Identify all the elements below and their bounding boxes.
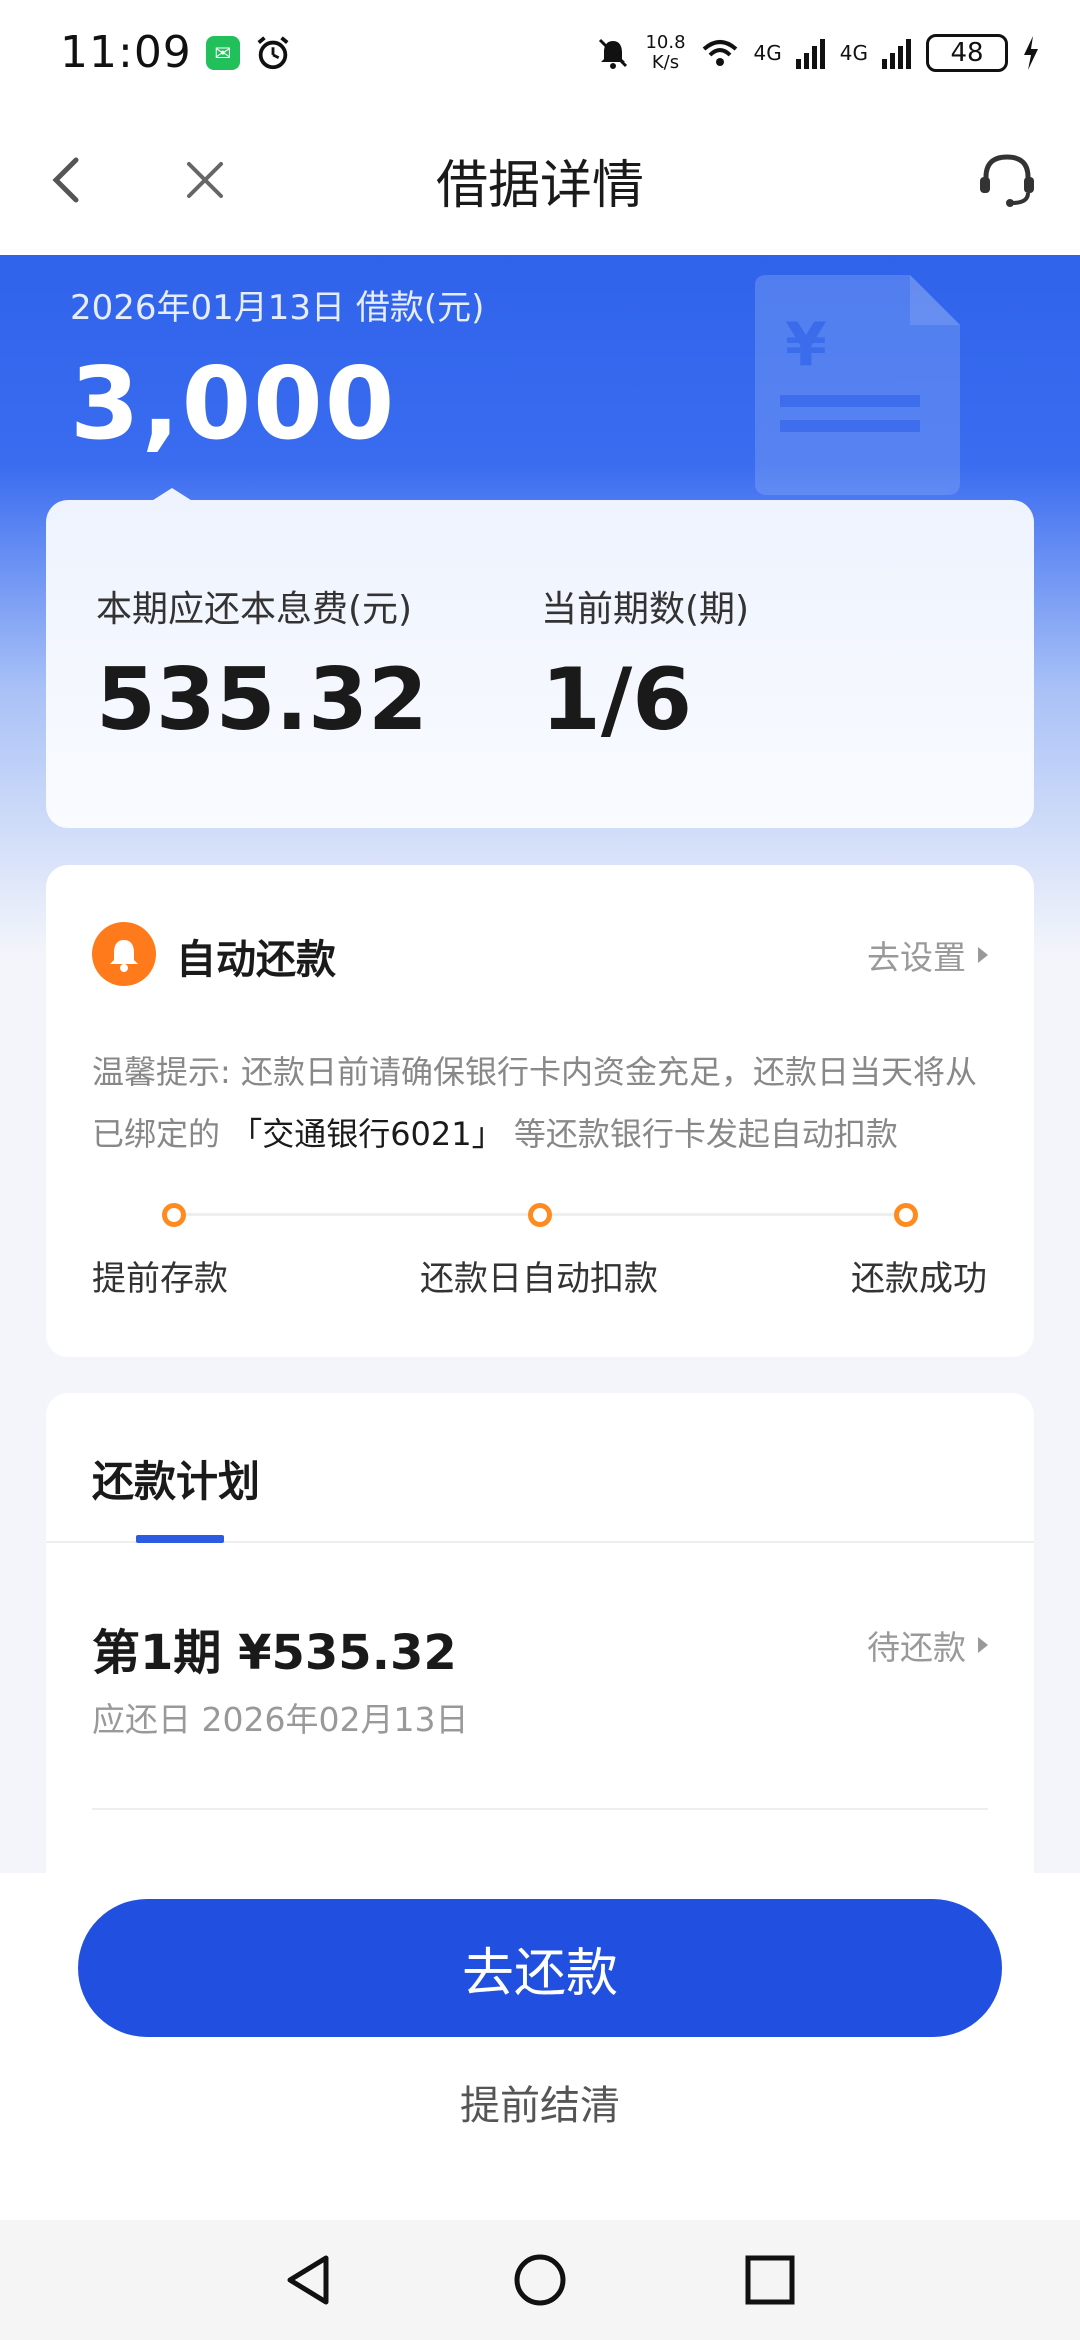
close-icon[interactable] [175,150,235,210]
system-nav-bar [0,2220,1080,2340]
document-icon: ¥ [755,275,960,495]
signal-2-icon [882,38,911,69]
wifi-icon [702,39,737,66]
summary-card: 本期应还本息费(元) 535.32 当前期数(期) 1/6 [46,500,1034,828]
nav-bar: 借据详情 [0,105,1080,255]
step-dot-2 [528,1203,552,1227]
bottom-actions: 去还款 提前结清 [0,1873,1080,2220]
tab-active-indicator [136,1535,224,1543]
system-home-icon[interactable] [510,2250,570,2310]
signal-1-icon [795,38,825,69]
step-label-1: 提前存款 [92,1259,228,1299]
plan-row-status[interactable]: 待还款 [867,1621,988,1669]
plan-row-title: 第1期 ¥535.32 [92,1625,457,1681]
alarm-icon [257,35,289,69]
chevron-right-icon [978,947,988,963]
due-amount-value: 535.32 [96,650,428,750]
signal-2-label: 4G [839,40,868,65]
system-recents-icon[interactable] [740,2250,800,2310]
document-yen-symbol: ¥ [785,310,827,380]
bound-bank-card: 「交通银行6021」 [230,1115,504,1153]
auto-repay-title: 自动还款 [176,937,336,983]
back-icon[interactable] [40,150,100,210]
setting-link-label: 去设置 [867,938,966,977]
repay-button[interactable]: 去还款 [78,1899,1002,2037]
chevron-right-icon [978,1637,988,1653]
page-title: 借据详情 [435,155,644,216]
repayment-plan-card: 还款计划 第1期 ¥535.32 待还款 应还日 2026年02月13日 [46,1393,1034,1873]
bell-muted-icon [599,38,628,69]
battery-level: 48 [926,33,1008,72]
due-amount-label: 本期应还本息费(元) [96,589,413,630]
plan-row-status-label: 待还款 [867,1628,966,1667]
auto-repay-card: 自动还款 去设置 温馨提示: 还款日前请确保银行卡内资金充足，还款日当天将从已绑… [46,865,1034,1357]
due-amount-block: 本期应还本息费(元) 535.32 [96,580,428,750]
status-bar: 11:09 ✉ 10.8 K/s 4G 4G 48 [0,0,1080,105]
step-label-2: 还款日自动扣款 [420,1259,658,1299]
system-back-icon[interactable] [280,2250,340,2310]
period-label: 当前期数(期) [541,589,750,630]
loan-date-label: 2026年01月13日 借款(元) [70,288,485,328]
early-settle-button[interactable]: 提前结清 [0,2073,1080,2131]
auto-repay-setting-link[interactable]: 去设置 [867,931,988,979]
plan-row-due-date: 应还日 2026年02月13日 [92,1700,469,1739]
row-divider [92,1808,988,1810]
step-dot-3 [894,1203,918,1227]
status-time: 11:09 [60,27,192,78]
tip-suffix: 等还款银行卡发起自动扣款 [513,1115,898,1153]
bell-icon [92,922,156,986]
tab-repayment-plan[interactable]: 还款计划 [92,1448,260,1509]
signal-1-label: 4G [753,40,782,65]
wechat-icon: ✉ [205,35,240,70]
loan-amount: 3,000 [70,345,397,462]
charging-icon [1024,35,1038,70]
period-value: 1/6 [541,650,693,750]
step-dot-1 [162,1203,186,1227]
period-block: 当前期数(期) 1/6 [541,580,749,750]
customer-service-icon[interactable] [974,147,1040,213]
net-speed: 10.8 K/s [645,31,686,73]
step-label-3: 还款成功 [851,1259,987,1299]
auto-repay-tip: 温馨提示: 还款日前请确保银行卡内资金充足，还款日当天将从已绑定的 「交通银行6… [92,1041,992,1165]
